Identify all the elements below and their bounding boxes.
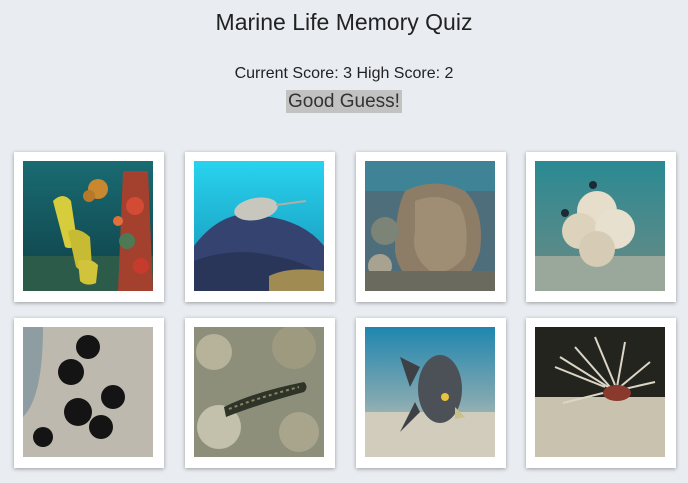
moray-eel-image: [194, 327, 324, 457]
stonefish-image: [365, 161, 495, 291]
lionfish-image: [535, 327, 665, 457]
tube-sponge-image: [23, 161, 153, 291]
card-angelfish[interactable]: [356, 318, 506, 468]
card-moray-eel[interactable]: [185, 318, 335, 468]
high-score-label: High Score:: [356, 65, 441, 82]
score-line: Current Score: 3 High Score: 2: [0, 65, 688, 83]
card-coral[interactable]: [526, 152, 676, 302]
card-stingray[interactable]: [185, 152, 335, 302]
card-tube-sponge[interactable]: [14, 152, 164, 302]
page-title: Marine Life Memory Quiz: [215, 9, 473, 35]
feedback-message: Good Guess!: [286, 90, 402, 113]
sea-urchins-image: [23, 327, 153, 457]
card-lionfish[interactable]: [526, 318, 676, 468]
coral-image: [535, 161, 665, 291]
high-score-value: 2: [444, 65, 454, 82]
current-score-value: 3: [343, 65, 352, 82]
stingray-image: [194, 161, 324, 291]
card-stonefish[interactable]: [356, 152, 506, 302]
angelfish-image: [365, 327, 495, 457]
current-score-label: Current Score:: [234, 65, 339, 82]
card-sea-urchins[interactable]: [14, 318, 164, 468]
